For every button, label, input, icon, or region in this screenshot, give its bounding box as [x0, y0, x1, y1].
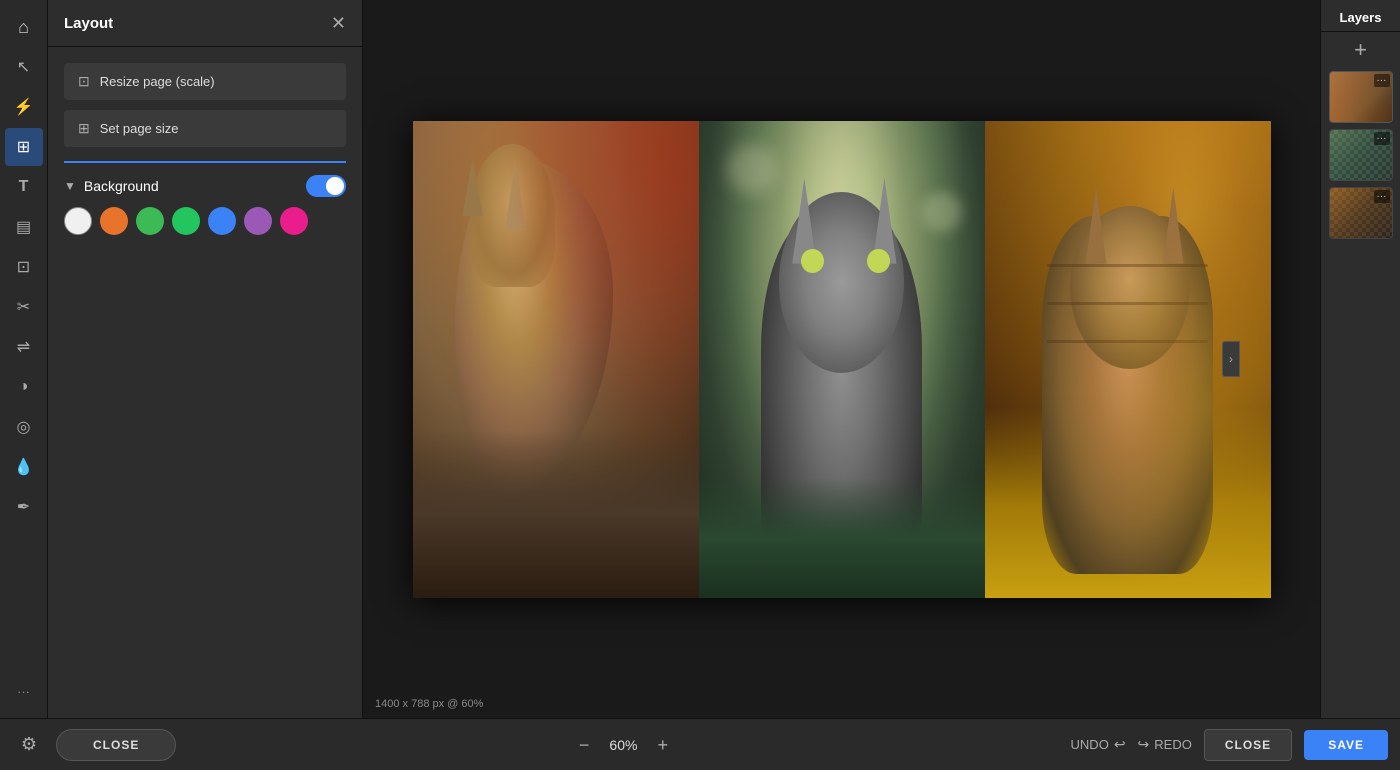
main-area: ⌂ ↖ ⚡ ⊞ T ▤ ⊡ ✂ ⇌ ◑ ◎ 💧 ✒ ··· Layout ✕ — [0, 0, 1400, 718]
grid-tool[interactable]: ⊞ — [5, 128, 43, 166]
layers-panel-header: Layers — [1321, 0, 1400, 32]
layout-panel-title: Layout — [64, 15, 113, 32]
set-page-size-button[interactable]: ⊞ Set page size — [64, 110, 346, 147]
color-swatch-blue[interactable] — [208, 207, 236, 235]
canvas-area: 1400 x 788 px @ 60% › — [363, 0, 1320, 718]
close-right-label: CLOSE — [1225, 738, 1271, 752]
layout-panel: Layout ✕ ⊡ Resize page (scale) ⊞ Set pag… — [48, 0, 363, 718]
close-left-label: CLOSE — [93, 738, 139, 752]
adjust-tool[interactable]: ⇌ — [5, 328, 43, 366]
layout-panel-close-button[interactable]: ✕ — [331, 14, 346, 32]
bottom-left: ⚙ CLOSE — [12, 728, 176, 762]
cat-image-1 — [413, 121, 699, 598]
layer-3-menu-button[interactable]: ··· — [1374, 190, 1390, 203]
bolt-tool[interactable]: ⚡ — [5, 88, 43, 126]
resize-page-label: Resize page (scale) — [100, 74, 215, 89]
bottom-bar: ⚙ CLOSE − 60% + UNDO ↩ ↪ REDO CLOSE — [0, 718, 1400, 770]
add-layer-button[interactable]: + — [1347, 36, 1375, 64]
circle-half-tool[interactable]: ◑ — [5, 368, 43, 406]
pen-tool[interactable]: ✒ — [5, 488, 43, 526]
undo-icon: ↩ — [1114, 736, 1126, 753]
color-swatch-green[interactable] — [172, 207, 200, 235]
zoom-value: 60% — [603, 737, 643, 753]
canvas-frame[interactable] — [413, 121, 1271, 598]
layer-item-3[interactable]: ··· — [1329, 187, 1393, 239]
chevron-down-icon: ▼ — [64, 179, 76, 193]
color-swatches — [64, 207, 346, 235]
scissors-tool[interactable]: ✂ — [5, 288, 43, 326]
image-grid — [413, 121, 1271, 598]
redo-icon: ↪ — [1138, 736, 1150, 753]
background-label: Background — [84, 178, 159, 194]
layout-panel-header: Layout ✕ — [48, 0, 362, 47]
set-page-size-label: Set page size — [100, 121, 179, 136]
background-header-left: ▼ Background — [64, 178, 159, 194]
layers-collapse-button[interactable]: › — [1222, 341, 1240, 377]
bottom-right: UNDO ↩ ↪ REDO CLOSE SAVE — [1071, 729, 1388, 761]
layout-panel-content: ⊡ Resize page (scale) ⊞ Set page size ▼ … — [48, 47, 362, 251]
redo-button[interactable]: ↪ REDO — [1138, 736, 1192, 753]
crop-tool[interactable]: ⊡ — [5, 248, 43, 286]
redo-label: REDO — [1154, 737, 1192, 752]
dropper-tool[interactable]: 💧 — [5, 448, 43, 486]
color-swatch-purple[interactable] — [244, 207, 272, 235]
color-swatch-orange[interactable] — [100, 207, 128, 235]
zoom-in-button[interactable]: + — [657, 736, 668, 754]
cat-image-2 — [699, 121, 985, 598]
layer-item-1[interactable]: ··· — [1329, 71, 1393, 123]
select-tool[interactable]: ↖ — [5, 48, 43, 86]
background-header[interactable]: ▼ Background — [64, 175, 346, 207]
settings-button[interactable]: ⚙ — [12, 728, 46, 762]
spiral-tool[interactable]: ◎ — [5, 408, 43, 446]
layer-2-menu-button[interactable]: ··· — [1374, 132, 1390, 145]
resize-page-button[interactable]: ⊡ Resize page (scale) — [64, 63, 346, 100]
canvas-status: 1400 x 788 px @ 60% — [375, 698, 483, 710]
color-swatch-green-dark[interactable] — [136, 207, 164, 235]
layer-item-2[interactable]: ··· — [1329, 129, 1393, 181]
color-swatch-white[interactable] — [64, 207, 92, 235]
close-right-button[interactable]: CLOSE — [1204, 729, 1292, 761]
left-toolbar: ⌂ ↖ ⚡ ⊞ T ▤ ⊡ ✂ ⇌ ◑ ◎ 💧 ✒ ··· — [0, 0, 48, 718]
pattern-tool[interactable]: ▤ — [5, 208, 43, 246]
layers-title: Layers — [1340, 10, 1382, 25]
home-tool[interactable]: ⌂ — [5, 8, 43, 46]
bottom-center: − 60% + — [579, 736, 668, 754]
layer-1-menu-button[interactable]: ··· — [1374, 74, 1390, 87]
zoom-out-button[interactable]: − — [579, 736, 590, 754]
resize-icon: ⊡ — [78, 73, 90, 90]
save-label: SAVE — [1328, 738, 1364, 752]
close-left-button[interactable]: CLOSE — [56, 729, 176, 761]
set-size-icon: ⊞ — [78, 120, 90, 137]
color-swatch-pink[interactable] — [280, 207, 308, 235]
background-toggle[interactable] — [306, 175, 346, 197]
background-section: ▼ Background — [64, 161, 346, 235]
more-tools-button[interactable]: ··· — [5, 672, 43, 710]
undo-button[interactable]: UNDO ↩ — [1071, 736, 1126, 753]
text-tool[interactable]: T — [5, 168, 43, 206]
undo-label: UNDO — [1071, 737, 1109, 752]
layers-panel: Layers + ··· ··· ··· — [1320, 0, 1400, 718]
save-button[interactable]: SAVE — [1304, 730, 1388, 760]
